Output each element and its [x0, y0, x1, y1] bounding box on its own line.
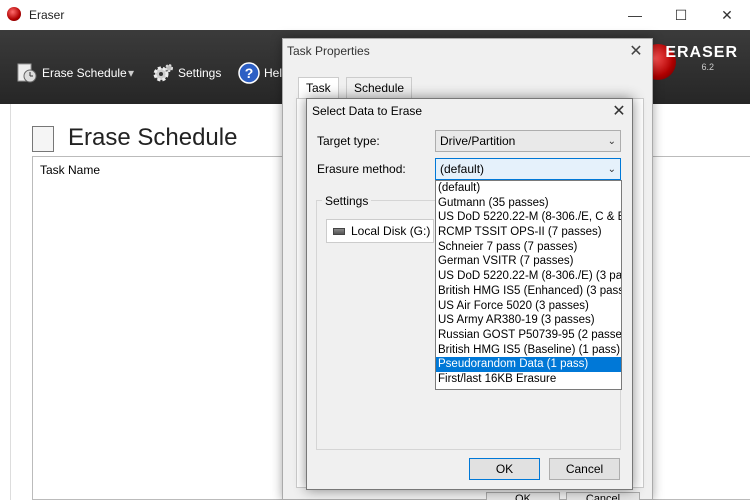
- erasure-method-option[interactable]: US DoD 5220.22-M (8-306./E, C & E): [436, 210, 621, 225]
- help-label: Hel: [264, 66, 283, 80]
- erasure-method-option[interactable]: Schneier 7 pass (7 passes): [436, 240, 621, 255]
- erase-schedule-dropdown[interactable]: ▾: [128, 60, 134, 86]
- chevron-down-icon: ⌄: [607, 135, 616, 147]
- window-title: Eraser: [29, 8, 65, 22]
- erase-schedule-label: Erase Schedule: [42, 66, 127, 80]
- erasure-method-option[interactable]: German VSITR (7 passes): [436, 254, 621, 269]
- page-title: Erase Schedule: [68, 124, 238, 151]
- task-name-column-header[interactable]: Task Name: [40, 163, 100, 177]
- drive-icon: [333, 227, 345, 235]
- tab-schedule[interactable]: Schedule: [346, 77, 413, 99]
- erasure-method-option[interactable]: British HMG IS5 (Baseline) (1 pass): [436, 343, 621, 358]
- erasure-method-value: (default): [440, 162, 485, 176]
- eraser-app-icon: [7, 7, 21, 21]
- logo-text: ERASER: [665, 44, 738, 61]
- task-properties-title: Task Properties: [287, 44, 370, 58]
- erasure-method-select[interactable]: (default) ⌄: [435, 158, 621, 180]
- tab-task[interactable]: Task: [298, 77, 339, 99]
- select-data-close-button[interactable]: ✕: [606, 99, 632, 123]
- gear-icon: [152, 62, 174, 84]
- settings-group-label: Settings: [322, 194, 372, 208]
- erasure-method-option[interactable]: US Army AR380-19 (3 passes): [436, 313, 621, 328]
- erasure-method-option[interactable]: US DoD 5220.22-M (8-306./E) (3 passes): [436, 269, 621, 284]
- minimize-button[interactable]: —: [612, 0, 658, 30]
- drive-select[interactable]: Local Disk (G:): [326, 219, 434, 243]
- logo-version: 6.2: [701, 62, 714, 72]
- schedule-document-icon: [32, 126, 54, 152]
- target-type-select[interactable]: Drive/Partition ⌄: [435, 130, 621, 152]
- ok-button[interactable]: OK: [469, 458, 540, 480]
- task-properties-ok-button[interactable]: OK: [486, 492, 560, 500]
- cancel-button[interactable]: Cancel: [549, 458, 620, 480]
- erasure-method-option[interactable]: Gutmann (35 passes): [436, 196, 621, 211]
- settings-label: Settings: [178, 66, 222, 80]
- select-data-title: Select Data to Erase: [312, 104, 423, 118]
- maximize-button[interactable]: ☐: [658, 0, 704, 30]
- erasure-method-option[interactable]: US Air Force 5020 (3 passes): [436, 299, 621, 314]
- erasure-method-dropdown[interactable]: (default) Gutmann (35 passes) US DoD 522…: [435, 180, 622, 390]
- settings-button[interactable]: Settings: [152, 60, 221, 86]
- erasure-method-option[interactable]: First/last 16KB Erasure: [436, 372, 621, 387]
- target-type-value: Drive/Partition: [440, 134, 516, 148]
- erasure-method-label: Erasure method:: [317, 162, 406, 176]
- chevron-down-icon: ⌄: [607, 163, 616, 175]
- task-properties-close-button[interactable]: ✕: [624, 40, 648, 62]
- target-type-label: Target type:: [317, 134, 380, 148]
- drive-value: Local Disk (G:): [351, 224, 431, 238]
- task-properties-cancel-button[interactable]: Cancel: [566, 492, 640, 500]
- erasure-method-option[interactable]: Pseudorandom Data (1 pass): [436, 357, 621, 372]
- erasure-method-option[interactable]: (default): [436, 181, 621, 196]
- erase-schedule-button[interactable]: Erase Schedule: [16, 60, 127, 86]
- close-button[interactable]: ✕: [704, 0, 750, 30]
- erasure-method-option[interactable]: RCMP TSSIT OPS-II (7 passes): [436, 225, 621, 240]
- erasure-method-option[interactable]: Russian GOST P50739-95 (2 passes): [436, 328, 621, 343]
- help-icon: ?: [238, 62, 260, 84]
- help-button[interactable]: ? Hel: [238, 60, 282, 86]
- svg-text:?: ?: [245, 65, 254, 81]
- erasure-method-option[interactable]: British HMG IS5 (Enhanced) (3 passes): [436, 284, 621, 299]
- clock-document-icon: [16, 62, 38, 84]
